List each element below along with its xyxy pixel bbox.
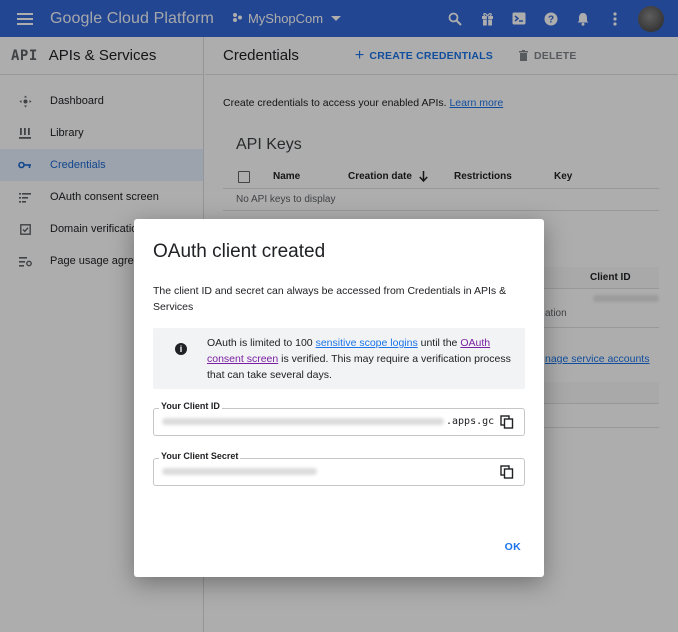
copy-client-id-icon[interactable] — [500, 415, 514, 429]
dialog-title: OAuth client created — [153, 241, 326, 262]
client-id-label: Your Client ID — [159, 401, 222, 411]
client-secret-label: Your Client Secret — [159, 451, 241, 461]
client-id-suffix: .apps.gc — [446, 416, 495, 427]
info-box: i OAuth is limited to 100 sensitive scop… — [153, 328, 525, 389]
info-text: OAuth is limited to 100 sensitive scope … — [207, 335, 517, 383]
oauth-created-dialog: OAuth client created The client ID and s… — [134, 219, 544, 577]
info-text-mid: until the — [417, 337, 461, 349]
sensitive-scope-logins-link[interactable]: sensitive scope logins — [316, 337, 418, 349]
info-text-pre: OAuth is limited to 100 — [207, 337, 316, 349]
ok-button[interactable]: OK — [503, 539, 523, 555]
dialog-description: The client ID and secret can always be a… — [153, 285, 507, 313]
client-id-field[interactable]: Your Client ID .apps.gc — [153, 401, 525, 436]
client-secret-field[interactable]: Your Client Secret — [153, 451, 525, 486]
info-icon: i — [175, 343, 187, 355]
blurred-client-id-value — [162, 418, 444, 425]
blurred-client-secret-value — [162, 468, 317, 475]
copy-client-secret-icon[interactable] — [500, 465, 514, 479]
